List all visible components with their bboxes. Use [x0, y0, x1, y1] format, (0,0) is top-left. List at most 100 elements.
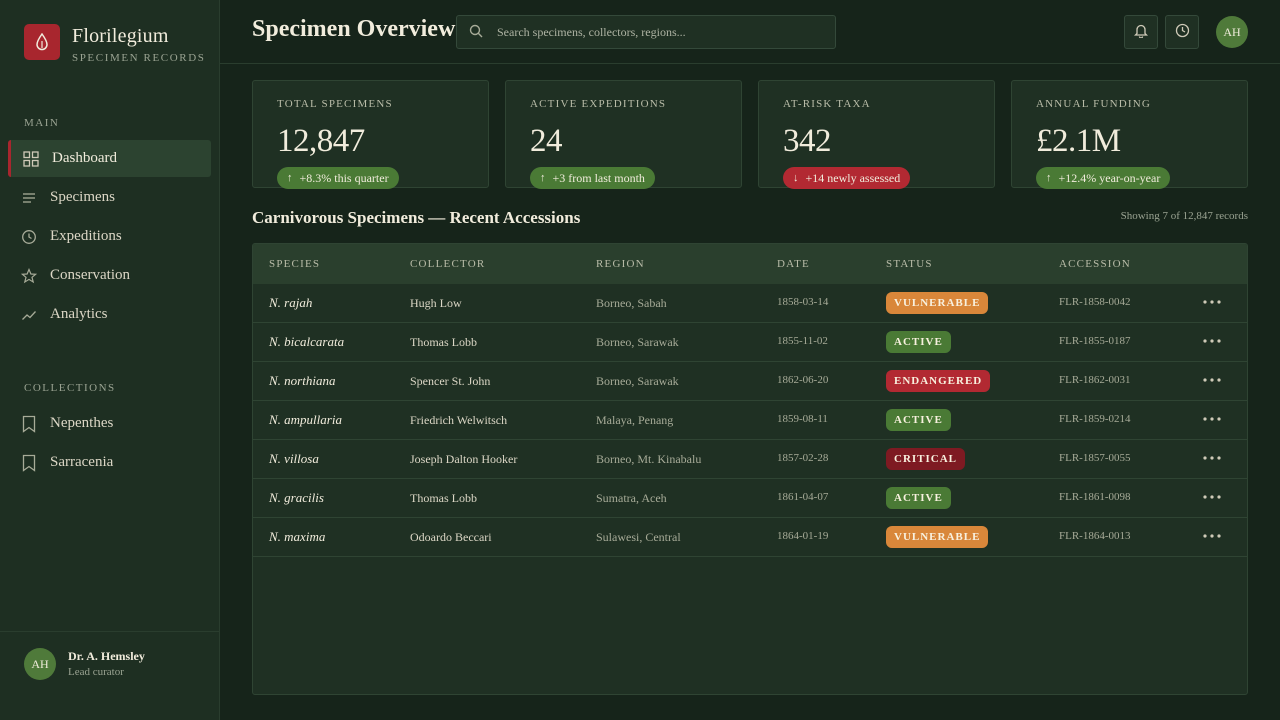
- arrow-up-icon: ↑: [287, 172, 293, 184]
- collector-name: Spencer St. John: [410, 374, 491, 388]
- accession-id: FLR-1858-0042: [1059, 296, 1131, 308]
- region: Borneo, Sarawak: [596, 374, 679, 388]
- sidebar-item-label: Expeditions: [50, 228, 122, 244]
- stat-card-active-expeditions: ACTIVE EXPEDITIONS 24 ↑ +3 from last mon…: [505, 80, 742, 189]
- column-header-region[interactable]: REGION: [596, 258, 645, 270]
- accession-id: FLR-1864-0013: [1059, 530, 1131, 542]
- sidebar-item-dashboard[interactable]: Dashboard: [8, 140, 211, 177]
- more-horizontal-icon: [1203, 378, 1221, 382]
- record-count: Showing 7 of 12,847 records: [1120, 210, 1248, 222]
- collector-name: Thomas Lobb: [410, 491, 477, 505]
- trend-badge: ↑ +8.3% this quarter: [277, 167, 399, 189]
- stat-value: 342: [783, 123, 832, 159]
- collector-name: Thomas Lobb: [410, 335, 477, 349]
- sidebar-item-label: Sarracenia: [50, 454, 114, 470]
- accession-id: FLR-1855-0187: [1059, 335, 1131, 347]
- stat-value: 24: [530, 123, 563, 159]
- more-horizontal-icon: [1203, 456, 1221, 460]
- stat-value: 12,847: [277, 123, 365, 159]
- sidebar-item-nepenthes[interactable]: Nepenthes: [8, 405, 211, 442]
- star-icon: [20, 267, 38, 285]
- collector-name: Friedrich Welwitsch: [410, 413, 508, 427]
- user-profile[interactable]: AH Dr. A. Hemsley Lead curator: [0, 631, 220, 720]
- date: 1864-01-19: [777, 530, 829, 542]
- row-actions-button[interactable]: [1201, 485, 1223, 509]
- table-row[interactable]: N. rajah Hugh Low Borneo, Sabah 1858-03-14 V…: [253, 284, 1247, 323]
- region: Borneo, Sarawak: [596, 335, 679, 349]
- collector-name: Joseph Dalton Hooker: [410, 452, 518, 466]
- arrow-up-icon: ↑: [540, 172, 546, 184]
- species-name: N. rajah: [269, 295, 313, 310]
- date: 1857-02-28: [777, 452, 829, 464]
- region: Sulawesi, Central: [596, 530, 681, 544]
- more-horizontal-icon: [1203, 495, 1221, 499]
- grid-icon: [22, 150, 40, 168]
- nav-section-main: MAIN: [24, 117, 60, 129]
- trend-text: +8.3% this quarter: [299, 170, 389, 185]
- row-actions-button[interactable]: [1201, 290, 1223, 314]
- search-icon: [469, 23, 483, 42]
- species-name: N. gracilis: [269, 490, 324, 505]
- column-header-date[interactable]: DATE: [777, 258, 810, 270]
- sidebar-item-label: Specimens: [50, 189, 115, 205]
- bookmark-icon: [20, 454, 38, 472]
- brand[interactable]: Florilegium SPECIMEN RECORDS: [24, 24, 205, 64]
- avatar[interactable]: AH: [1216, 16, 1248, 48]
- search-input[interactable]: [497, 24, 817, 40]
- row-actions-button[interactable]: [1201, 524, 1223, 548]
- row-actions-button[interactable]: [1201, 407, 1223, 431]
- top-header: Specimen Overview AH: [220, 0, 1280, 64]
- accession-id: FLR-1861-0098: [1059, 491, 1131, 503]
- table-row[interactable]: N. ampullaria Friedrich Welwitsch Malaya, …: [253, 401, 1247, 440]
- row-actions-button[interactable]: [1201, 368, 1223, 392]
- clock-icon: [20, 228, 38, 246]
- stat-label: ANNUAL FUNDING: [1036, 98, 1152, 110]
- trend-icon: [20, 306, 38, 324]
- page-title: Specimen Overview: [252, 16, 456, 42]
- more-horizontal-icon: [1203, 339, 1221, 343]
- row-actions-button[interactable]: [1201, 446, 1223, 470]
- species-name: N. northiana: [269, 373, 336, 388]
- region: Malaya, Penang: [596, 413, 674, 427]
- avatar: AH: [24, 648, 56, 680]
- clock-icon: [1175, 23, 1190, 42]
- table-header: SPECIES COLLECTOR REGION DATE STATUS ACC…: [253, 244, 1247, 284]
- region: Borneo, Sabah: [596, 296, 667, 310]
- column-header-status[interactable]: STATUS: [886, 258, 933, 270]
- notifications-button[interactable]: [1124, 15, 1158, 49]
- row-actions-button[interactable]: [1201, 329, 1223, 353]
- table-row[interactable]: N. villosa Joseph Dalton Hooker Borneo, Mt…: [253, 440, 1247, 479]
- accession-id: FLR-1862-0031: [1059, 374, 1131, 386]
- sidebar-item-sarracenia[interactable]: Sarracenia: [8, 444, 211, 481]
- column-header-species[interactable]: SPECIES: [269, 258, 320, 270]
- trend-badge: ↓ +14 newly assessed: [783, 167, 911, 189]
- date: 1859-08-11: [777, 413, 828, 425]
- trend-text: +14 newly assessed: [805, 170, 901, 185]
- status-badge: ACTIVE: [886, 487, 951, 509]
- status-badge: ACTIVE: [886, 409, 951, 431]
- stat-card-annual-funding: ANNUAL FUNDING £2.1M ↑ +12.4% year-on-ye…: [1011, 80, 1248, 189]
- date: 1855-11-02: [777, 335, 828, 347]
- status-badge: VULNERABLE: [886, 526, 989, 548]
- accessions-table: SPECIES COLLECTOR REGION DATE STATUS ACC…: [252, 243, 1248, 695]
- stat-card-at-risk-taxa: AT-RISK TAXA 342 ↓ +14 newly assessed: [758, 80, 995, 189]
- collector-name: Odoardo Beccari: [410, 530, 492, 544]
- droplet-logo-icon: [24, 24, 60, 60]
- accession-id: FLR-1857-0055: [1059, 452, 1131, 464]
- history-button[interactable]: [1165, 15, 1199, 49]
- species-name: N. ampullaria: [269, 412, 342, 427]
- table-row[interactable]: N. maxima Odoardo Beccari Sulawesi, Centra…: [253, 518, 1247, 557]
- search-box[interactable]: [456, 15, 836, 49]
- column-header-accession[interactable]: ACCESSION: [1059, 258, 1131, 270]
- sidebar-item-conservation[interactable]: Conservation: [8, 257, 211, 294]
- sidebar-item-expeditions[interactable]: Expeditions: [8, 218, 211, 255]
- table-row[interactable]: N. gracilis Thomas Lobb Sumatra, Aceh 1861-…: [253, 479, 1247, 518]
- table-row[interactable]: N. bicalcarata Thomas Lobb Borneo, Sarawak…: [253, 323, 1247, 362]
- table-row[interactable]: N. northiana Spencer St. John Borneo, Sara…: [253, 362, 1247, 401]
- user-role: Lead curator: [68, 666, 124, 678]
- sidebar-item-specimens[interactable]: Specimens: [8, 179, 211, 216]
- column-header-collector[interactable]: COLLECTOR: [410, 258, 485, 270]
- user-name: Dr. A. Hemsley: [68, 649, 145, 663]
- sidebar-item-label: Nepenthes: [50, 415, 114, 431]
- sidebar-item-analytics[interactable]: Analytics: [8, 296, 211, 333]
